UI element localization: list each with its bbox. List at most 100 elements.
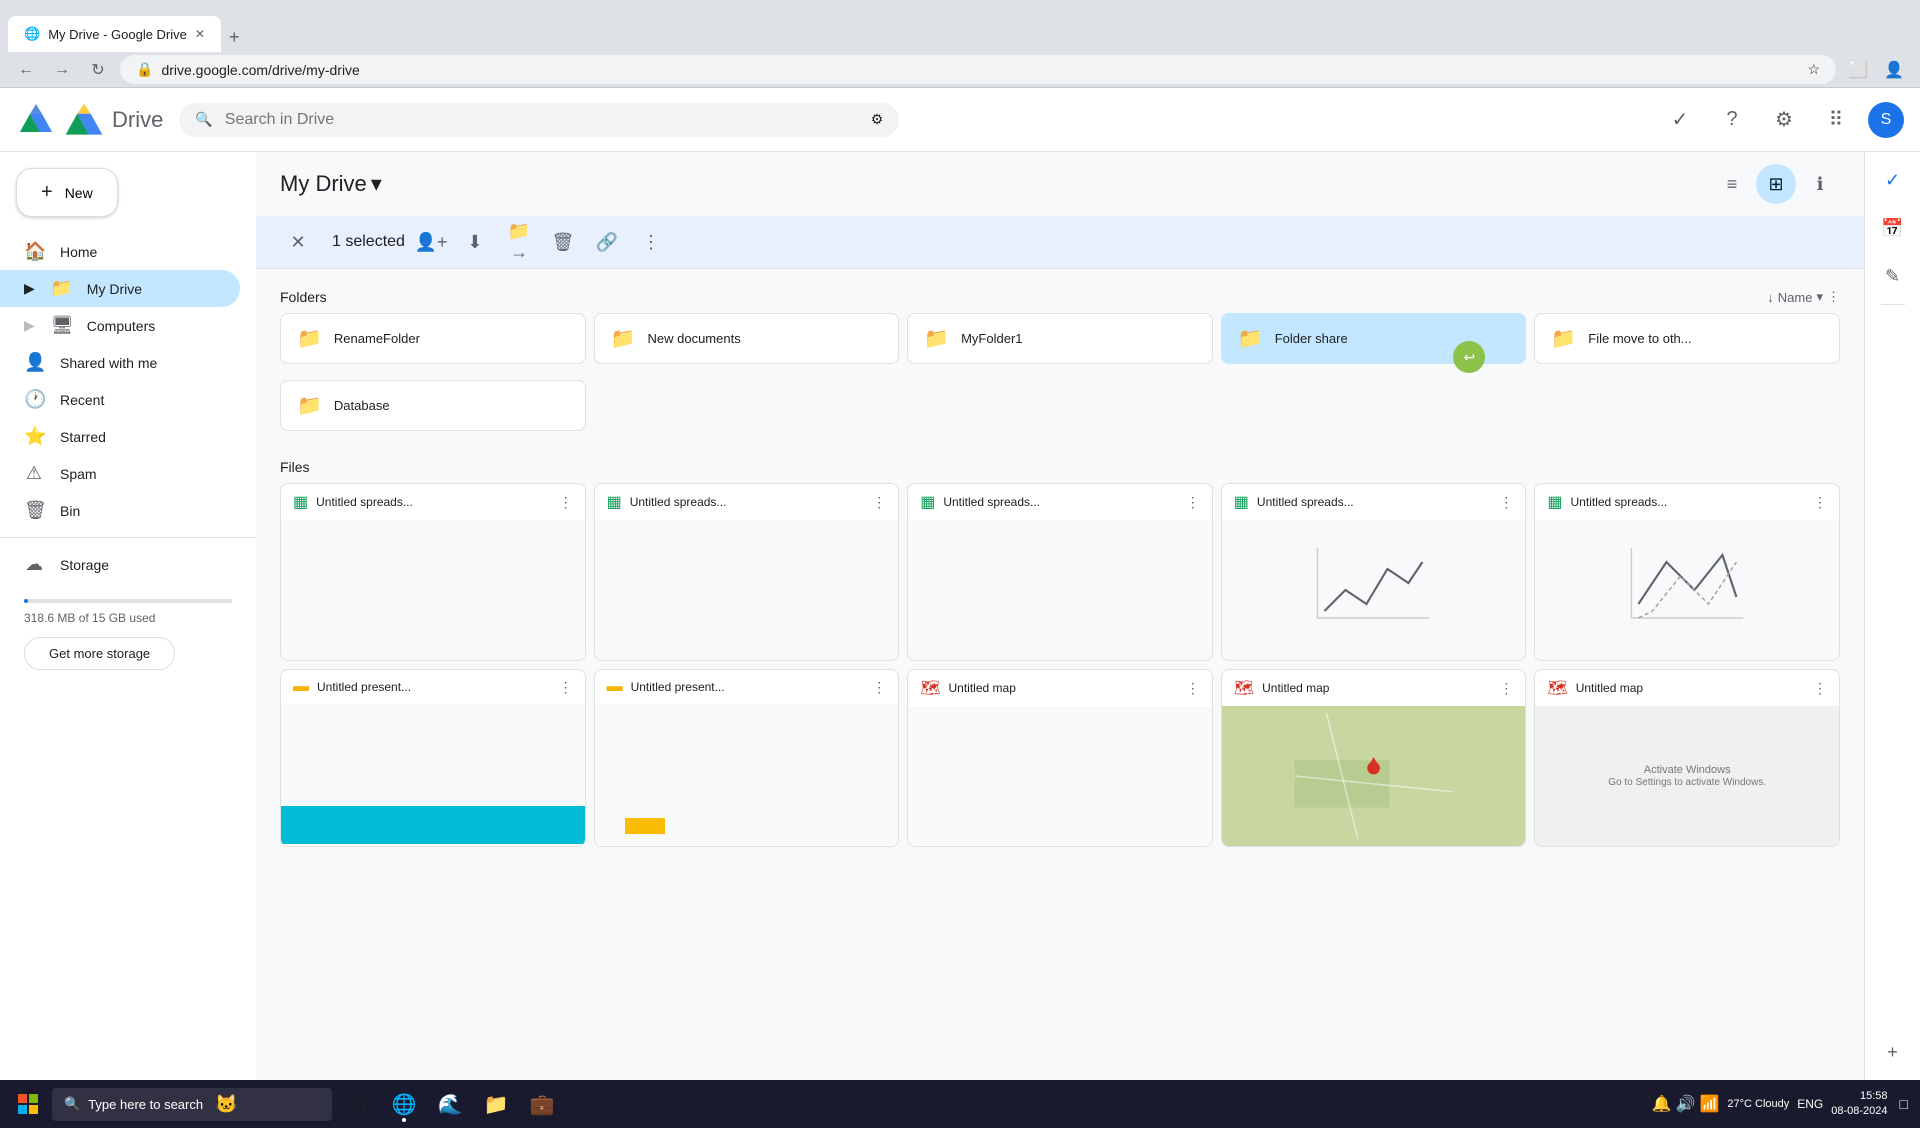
taskbar-app-edge[interactable]: 🌊 bbox=[428, 1082, 472, 1126]
file-map-3[interactable]: 🗺 Untitled map ⋮ Activate WindowsGo to S… bbox=[1534, 669, 1840, 847]
file-menu-btn[interactable]: ⋮ bbox=[559, 494, 573, 511]
file-spreadsheet-1[interactable]: ▦ Untitled spreads... ⋮ bbox=[280, 483, 586, 661]
folder-new-documents[interactable]: 📁 New documents ⋮ bbox=[594, 313, 900, 364]
active-tab[interactable]: 🌐 My Drive - Google Drive ✕ bbox=[8, 16, 221, 52]
search-filter-icon[interactable]: ⚙ bbox=[871, 111, 884, 128]
taskbar-right: 🔔 🔊 📶 27°C Cloudy ENG 15:58 08-08-2024 □ bbox=[1652, 1089, 1912, 1120]
taskbar-search-icon: 🔍 bbox=[64, 1096, 80, 1112]
start-button[interactable] bbox=[8, 1084, 48, 1124]
file-spreadsheet-3[interactable]: ▦ Untitled spreads... ⋮ bbox=[907, 483, 1213, 661]
folder-shared-icon: 📁 bbox=[1551, 326, 1576, 351]
taskbar-app-teams[interactable]: 💼 bbox=[520, 1082, 564, 1126]
file-map-1[interactable]: 🗺 Untitled map ⋮ bbox=[907, 669, 1213, 847]
support-icon-btn[interactable]: ✓ bbox=[1660, 100, 1700, 140]
folder-rename-folder[interactable]: 📁 RenameFolder ⋮ bbox=[280, 313, 586, 364]
volume-icon[interactable]: 🔊 bbox=[1676, 1094, 1696, 1114]
get-more-storage-button[interactable]: Get more storage bbox=[24, 637, 175, 670]
show-desktop-btn[interactable]: □ bbox=[1896, 1096, 1912, 1112]
settings-icon-btn[interactable]: ⚙ bbox=[1764, 100, 1804, 140]
file-menu-btn[interactable]: ⋮ bbox=[872, 679, 886, 696]
download-button[interactable]: ⬇ bbox=[457, 224, 493, 260]
profile-btn[interactable]: 👤 bbox=[1880, 56, 1908, 84]
search-box[interactable]: 🔍 ⚙ bbox=[179, 103, 899, 137]
user-avatar[interactable]: S bbox=[1868, 102, 1904, 138]
apps-icon-btn[interactable]: ⠿ bbox=[1816, 100, 1856, 140]
windows-icon bbox=[18, 1094, 38, 1114]
tasks-panel-btn[interactable]: 📅 bbox=[1873, 208, 1913, 248]
calendar-panel-btn[interactable]: ✓ bbox=[1873, 160, 1913, 200]
delete-button[interactable]: 🗑 bbox=[545, 224, 581, 260]
plus-icon: + bbox=[41, 181, 53, 204]
link-button[interactable]: 🔗 bbox=[589, 224, 625, 260]
sidebar-item-storage[interactable]: ☁ Storage bbox=[0, 546, 240, 583]
file-card-header: ▦ Untitled spreads... ⋮ bbox=[1222, 484, 1526, 520]
grid-view-button[interactable]: ⊞ bbox=[1756, 164, 1796, 204]
notes-panel-btn[interactable]: ✎ bbox=[1873, 256, 1913, 296]
deselect-button[interactable]: ✕ bbox=[280, 224, 316, 260]
extensions-btn[interactable]: ⬜ bbox=[1844, 56, 1872, 84]
file-menu-btn[interactable]: ⋮ bbox=[1499, 680, 1513, 697]
notification-icon[interactable]: 🔔 bbox=[1652, 1094, 1672, 1114]
file-spreadsheet-4[interactable]: ▦ Untitled spreads... ⋮ bbox=[1221, 483, 1527, 661]
files-grid: ▦ Untitled spreads... ⋮ ▦ Untitled sprea… bbox=[280, 483, 1840, 661]
new-tab-button[interactable]: + bbox=[221, 23, 248, 52]
sidebar-item-recent[interactable]: 🕐 Recent bbox=[0, 381, 240, 418]
file-spreadsheet-5[interactable]: ▦ Untitled spreads... ⋮ bbox=[1534, 483, 1840, 661]
file-name: Untitled present... bbox=[317, 680, 551, 694]
add-person-button[interactable]: 👤+ bbox=[413, 224, 449, 260]
file-presentation-2[interactable]: ▬ Untitled present... ⋮ bbox=[594, 669, 900, 847]
folder-database[interactable]: 📁 Database ⋮ bbox=[280, 380, 586, 431]
file-menu-btn[interactable]: ⋮ bbox=[872, 494, 886, 511]
file-menu-btn[interactable]: ⋮ bbox=[1186, 680, 1200, 697]
search-input[interactable] bbox=[225, 111, 859, 129]
sidebar-item-bin[interactable]: 🗑 Bin bbox=[0, 492, 240, 529]
folder-file-move[interactable]: 📁 File move to oth... ⋮ bbox=[1534, 313, 1840, 364]
sidebar-item-spam[interactable]: ⚠ Spam bbox=[0, 455, 240, 492]
file-menu-btn[interactable]: ⋮ bbox=[1186, 494, 1200, 511]
file-menu-btn[interactable]: ⋮ bbox=[1813, 680, 1827, 697]
sort-button[interactable]: ↓ Name ▾ ⋮ bbox=[1767, 289, 1840, 305]
file-presentation-1[interactable]: ▬ Untitled present... ⋮ bbox=[280, 669, 586, 847]
file-menu-btn[interactable]: ⋮ bbox=[1813, 494, 1827, 511]
network-icon[interactable]: 📶 bbox=[1699, 1094, 1719, 1114]
list-view-button[interactable]: ≡ bbox=[1712, 164, 1752, 204]
browser-tabs: 🌐 My Drive - Google Drive ✕ + bbox=[8, 0, 247, 52]
folder-name: File move to oth... bbox=[1588, 331, 1795, 346]
taskbar-app-explorer[interactable]: 📁 bbox=[474, 1082, 518, 1126]
taskbar-app-chrome[interactable]: 🌐 bbox=[382, 1082, 426, 1126]
sidebar-label-storage: Storage bbox=[60, 557, 109, 573]
url-text: drive.google.com/drive/my-drive bbox=[161, 62, 1799, 78]
recent-icon: 🕐 bbox=[24, 389, 44, 410]
folder-share[interactable]: 📁 Folder share ⋮ ↩ bbox=[1221, 313, 1527, 364]
taskbar-search[interactable]: 🔍 Type here to search 🐱 bbox=[52, 1088, 332, 1121]
help-icon-btn[interactable]: ? bbox=[1712, 100, 1752, 140]
sidebar-item-shared[interactable]: 👤 Shared with me bbox=[0, 344, 240, 381]
main-content: My Drive ▾ ≡ ⊞ ℹ ✕ 1 selected 👤+ ⬇ 📁→ 🗑 bbox=[256, 152, 1864, 1080]
content-area: Folders ↓ Name ▾ ⋮ 📁 RenameFolder ⋮ bbox=[256, 269, 1864, 871]
new-button[interactable]: + New bbox=[16, 168, 118, 217]
reload-button[interactable]: ↻ bbox=[84, 56, 112, 84]
file-preview-chart bbox=[1222, 520, 1526, 660]
info-button[interactable]: ℹ bbox=[1800, 164, 1840, 204]
move-to-button[interactable]: 📁→ bbox=[501, 224, 537, 260]
more-options-button[interactable]: ⋮ bbox=[633, 224, 669, 260]
file-card-header: ▬ Untitled present... ⋮ bbox=[281, 670, 585, 704]
back-button[interactable]: ← bbox=[12, 56, 40, 84]
taskbar-app-task-view[interactable]: ⊡ bbox=[336, 1082, 380, 1126]
file-map-2[interactable]: 🗺 Untitled map ⋮ bbox=[1221, 669, 1527, 847]
folder-myfolder1[interactable]: 📁 MyFolder1 ⋮ bbox=[907, 313, 1213, 364]
file-preview bbox=[595, 520, 899, 660]
sidebar-item-computers[interactable]: ▶ 🖥 Computers bbox=[0, 307, 240, 344]
file-menu-btn[interactable]: ⋮ bbox=[1499, 494, 1513, 511]
file-menu-btn[interactable]: ⋮ bbox=[559, 679, 573, 696]
title-dropdown-icon[interactable]: ▾ bbox=[371, 171, 382, 197]
sidebar-item-my-drive[interactable]: ▶ 📁 My Drive bbox=[0, 270, 240, 307]
file-name: Untitled map bbox=[1576, 681, 1805, 695]
address-bar[interactable]: 🔒 drive.google.com/drive/my-drive ☆ bbox=[120, 55, 1836, 84]
add-panel-btn[interactable]: + bbox=[1873, 1032, 1913, 1072]
sidebar-item-starred[interactable]: ⭐ Starred bbox=[0, 418, 240, 455]
sidebar-item-home[interactable]: 🏠 Home bbox=[0, 233, 240, 270]
forward-button[interactable]: → bbox=[48, 56, 76, 84]
file-spreadsheet-2[interactable]: ▦ Untitled spreads... ⋮ bbox=[594, 483, 900, 661]
tab-close-btn[interactable]: ✕ bbox=[195, 27, 205, 41]
